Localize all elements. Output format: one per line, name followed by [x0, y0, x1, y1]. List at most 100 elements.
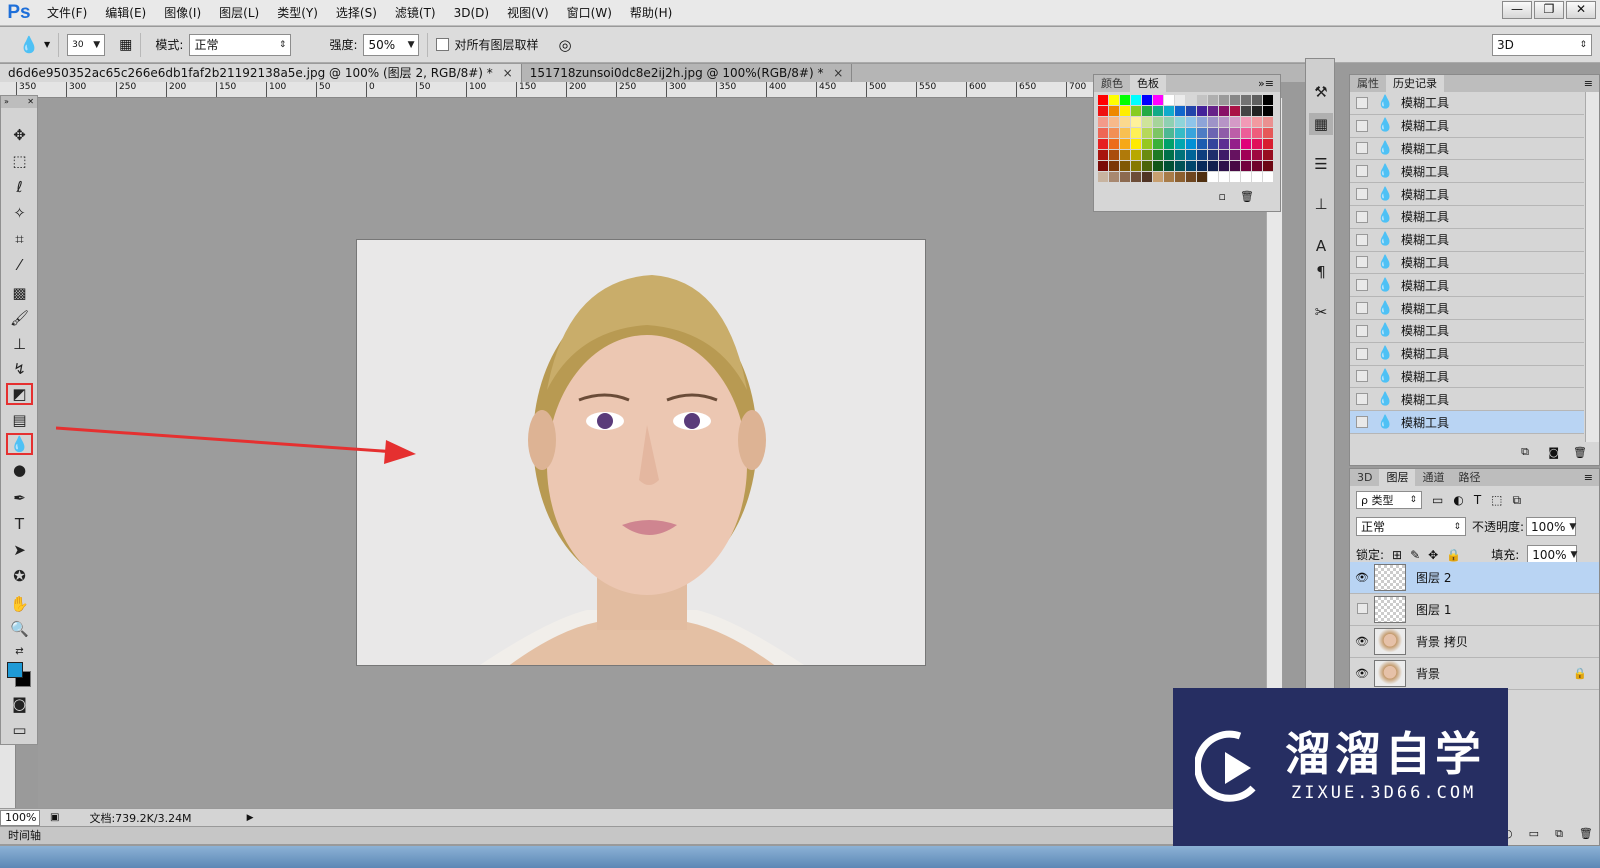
preset-caret-icon[interactable]: ▼: [44, 40, 50, 49]
quick-select-tool-icon[interactable]: ✧: [6, 202, 33, 224]
color-swatch[interactable]: [1263, 139, 1273, 149]
history-item[interactable]: 💧 模糊工具: [1350, 274, 1584, 298]
color-swatch[interactable]: [1153, 128, 1163, 138]
color-swatch[interactable]: [1153, 117, 1163, 127]
color-swatch[interactable]: [1241, 117, 1251, 127]
color-swatch[interactable]: [1153, 150, 1163, 160]
color-swatch[interactable]: [1098, 161, 1108, 171]
hand-tool-icon[interactable]: ✋: [6, 593, 33, 615]
color-swatch[interactable]: [1230, 139, 1240, 149]
color-swatch[interactable]: [1252, 128, 1262, 138]
color-swatch[interactable]: [1186, 150, 1196, 160]
brush-size-picker[interactable]: 30 ▼: [67, 33, 106, 56]
history-checkbox[interactable]: [1356, 416, 1368, 429]
color-swatch[interactable]: [1252, 106, 1262, 116]
tab-properties[interactable]: 属性: [1350, 75, 1386, 92]
color-swatch[interactable]: [1252, 95, 1262, 105]
brush-tool-icon[interactable]: 🖌: [6, 307, 33, 329]
color-swatch[interactable]: [1109, 161, 1119, 171]
color-swatch[interactable]: [1153, 106, 1163, 116]
color-swatch[interactable]: [1241, 161, 1251, 171]
color-swatch[interactable]: [1098, 95, 1108, 105]
color-swatch[interactable]: [1230, 161, 1240, 171]
color-swatch[interactable]: [1263, 150, 1273, 160]
color-swatch[interactable]: [1197, 161, 1207, 171]
color-swatch[interactable]: [1208, 150, 1218, 160]
color-swatch[interactable]: [1219, 172, 1229, 182]
tab-document-1[interactable]: d6d6e950352ac65c266e6db1faf2b21192138a5e…: [0, 64, 522, 82]
color-swatch[interactable]: [1120, 128, 1130, 138]
lock-transparency-icon[interactable]: ⊞: [1392, 548, 1402, 562]
color-swatch[interactable]: [1252, 150, 1262, 160]
history-scrollbar[interactable]: [1585, 92, 1599, 442]
color-swatch[interactable]: [1120, 106, 1130, 116]
panel-menu-icon[interactable]: ≡: [1584, 469, 1599, 486]
zoom-field[interactable]: 100%: [0, 809, 40, 826]
tab-document-2[interactable]: 151718zunsoi0dc8e2ij2h.jpg @ 100%(RGB/8#…: [522, 64, 853, 82]
color-swatch[interactable]: [1186, 117, 1196, 127]
color-swatch[interactable]: [1197, 106, 1207, 116]
toolbox-header[interactable]: » ✕: [1, 96, 37, 108]
history-checkbox[interactable]: [1356, 142, 1368, 155]
history-item[interactable]: 💧 模糊工具: [1350, 252, 1584, 275]
opacity-input[interactable]: 100% ▼: [1526, 517, 1576, 536]
color-swatch[interactable]: [1164, 139, 1174, 149]
menu-layer[interactable]: 图层(L): [210, 0, 268, 26]
collapse-icon[interactable]: »: [4, 96, 9, 108]
move-tool-icon[interactable]: ✥: [6, 124, 33, 146]
new-group-icon[interactable]: ▭: [1529, 827, 1539, 841]
paragraph-icon[interactable]: ¶: [1309, 261, 1333, 283]
history-item[interactable]: 💧 模糊工具: [1350, 297, 1584, 320]
menu-file[interactable]: 文件(F): [38, 0, 96, 26]
color-swatch[interactable]: [1208, 139, 1218, 149]
tab-3d[interactable]: 3D: [1350, 469, 1379, 486]
new-layer-icon[interactable]: ⧉: [1555, 827, 1563, 841]
color-swatch[interactable]: [1230, 106, 1240, 116]
color-swatch[interactable]: [1197, 95, 1207, 105]
crop-tool-icon[interactable]: ⌗: [6, 228, 33, 250]
color-swatch[interactable]: [1197, 172, 1207, 182]
color-swatch[interactable]: [1109, 117, 1119, 127]
filter-shape-icon[interactable]: ⬚: [1491, 493, 1502, 507]
color-swatch[interactable]: [1175, 128, 1185, 138]
color-swatch[interactable]: [1186, 106, 1196, 116]
visibility-eye-icon[interactable]: 👁: [1350, 571, 1374, 584]
foreground-color-swatch[interactable]: [7, 662, 23, 678]
sample-all-layers-checkbox[interactable]: [436, 38, 450, 51]
swatch-grid[interactable]: [1098, 95, 1273, 182]
history-checkbox[interactable]: [1356, 279, 1368, 292]
gradient-tool-icon[interactable]: ▤: [6, 409, 33, 431]
color-swatch[interactable]: [1142, 128, 1152, 138]
status-menu-arrow-icon[interactable]: ▶: [247, 813, 254, 823]
color-swatch[interactable]: [1219, 139, 1229, 149]
color-swatch[interactable]: [1142, 172, 1152, 182]
color-swatch[interactable]: [1197, 128, 1207, 138]
color-swatch[interactable]: [1175, 139, 1185, 149]
path-select-tool-icon[interactable]: ➤: [6, 539, 33, 561]
color-swatch[interactable]: [1131, 95, 1141, 105]
menu-select[interactable]: 选择(S): [327, 0, 386, 26]
color-swatch[interactable]: [1263, 106, 1273, 116]
new-swatch-icon[interactable]: ▫: [1219, 190, 1226, 203]
color-swatch[interactable]: [1219, 161, 1229, 171]
history-checkbox[interactable]: [1356, 393, 1368, 406]
color-swatch[interactable]: [1208, 172, 1218, 182]
color-swatch[interactable]: [1186, 139, 1196, 149]
workspace-select[interactable]: 3D ⇕: [1492, 33, 1592, 56]
swatches-dock-icon[interactable]: ▦: [1309, 113, 1333, 135]
color-swatch[interactable]: [1263, 161, 1273, 171]
character-icon[interactable]: A: [1309, 235, 1333, 257]
tools-icon[interactable]: ✂: [1309, 301, 1333, 323]
pen-tool-icon[interactable]: ✒: [6, 487, 33, 509]
history-checkbox[interactable]: [1356, 188, 1368, 201]
history-brush-tool-icon[interactable]: ↯: [6, 358, 33, 380]
color-swatch[interactable]: [1131, 106, 1141, 116]
history-checkbox[interactable]: [1356, 210, 1368, 223]
zoom-tool-icon[interactable]: 🔍: [6, 618, 33, 640]
quick-mask-icon[interactable]: ◙: [6, 693, 33, 715]
color-swatch[interactable]: [1098, 172, 1108, 182]
close-button[interactable]: ✕: [1566, 1, 1596, 19]
color-swatch[interactable]: [1219, 117, 1229, 127]
snapshot-icon[interactable]: ◙: [1548, 446, 1559, 459]
color-swatch[interactable]: [1252, 161, 1262, 171]
